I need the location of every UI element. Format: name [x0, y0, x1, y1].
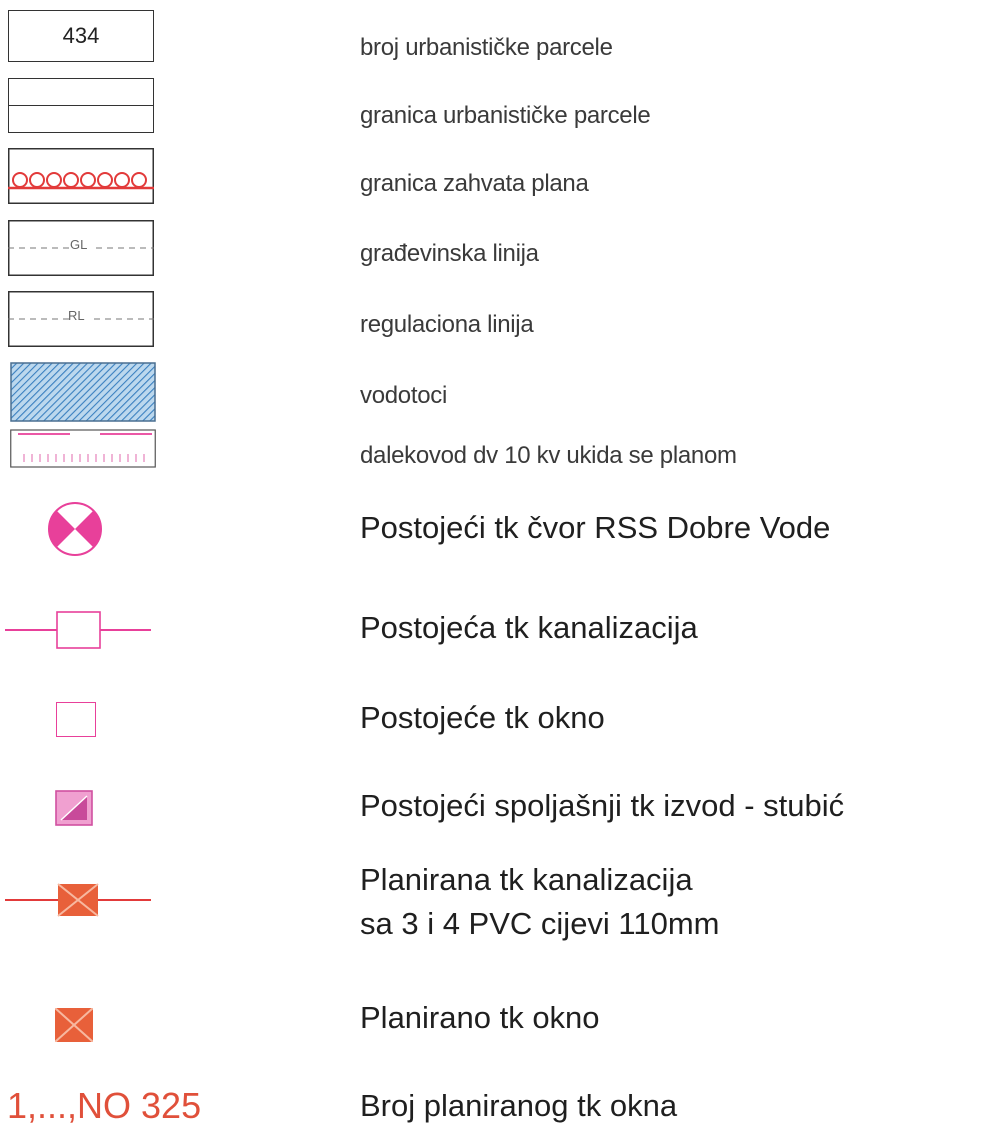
planned-manhole-icon	[55, 1008, 93, 1042]
legend-label-building-line: građevinska linija	[360, 240, 539, 267]
regulation-line-code: RL	[68, 308, 85, 323]
tk-node-circle-icon	[48, 502, 102, 556]
manhole-number-tag: 1,...,NO 325	[7, 1085, 202, 1126]
building-line-code: GL	[70, 237, 88, 252]
parcel-number-symbol: 434	[8, 10, 154, 62]
legend-label-plan-boundary: granica zahvata plana	[360, 170, 589, 197]
power-line-symbol	[10, 429, 156, 468]
parcel-number-text: 434	[62, 23, 100, 48]
existing-sewer-icon	[5, 611, 151, 649]
legend-label-manhole-number: Broj planiranog tk okna	[360, 1088, 678, 1123]
existing-manhole-icon	[56, 702, 96, 737]
legend-label-existing-sewer: Postojeća tk kanalizacija	[360, 610, 698, 645]
legend-label-tk-node: Postojeći tk čvor RSS Dobre Vode	[360, 510, 831, 545]
legend-label-parcel-boundary: granica urbanističke parcele	[360, 102, 651, 129]
legend-label-outlet-post: Postojeći spoljašnji tk izvod - stubić	[360, 788, 845, 823]
planned-sewer-line2: sa 3 i 4 PVC cijevi 110mm	[360, 906, 720, 941]
watercourse-symbol	[10, 362, 156, 422]
legend-label-power-line: dalekovod dv 10 kv ukida se planom	[360, 442, 737, 469]
planned-sewer-line1: Planirana tk kanalizacija	[360, 862, 693, 897]
planned-sewer-icon	[5, 883, 151, 917]
legend-label-parcel-number: broj urbanističke parcele	[360, 34, 613, 61]
outlet-post-icon	[55, 790, 93, 826]
plan-boundary-symbol	[8, 148, 154, 204]
parcel-boundary-symbol	[8, 78, 154, 133]
legend-label-watercourse: vodotoci	[360, 382, 447, 409]
legend-label-regulation-line: regulaciona linija	[360, 311, 534, 338]
legend-label-existing-manhole: Postojeće tk okno	[360, 700, 605, 735]
legend-label-planned-manhole: Planirano tk okno	[360, 1000, 600, 1035]
legend-label-planned-sewer: Planirana tk kanalizacija sa 3 i 4 PVC c…	[360, 858, 720, 946]
